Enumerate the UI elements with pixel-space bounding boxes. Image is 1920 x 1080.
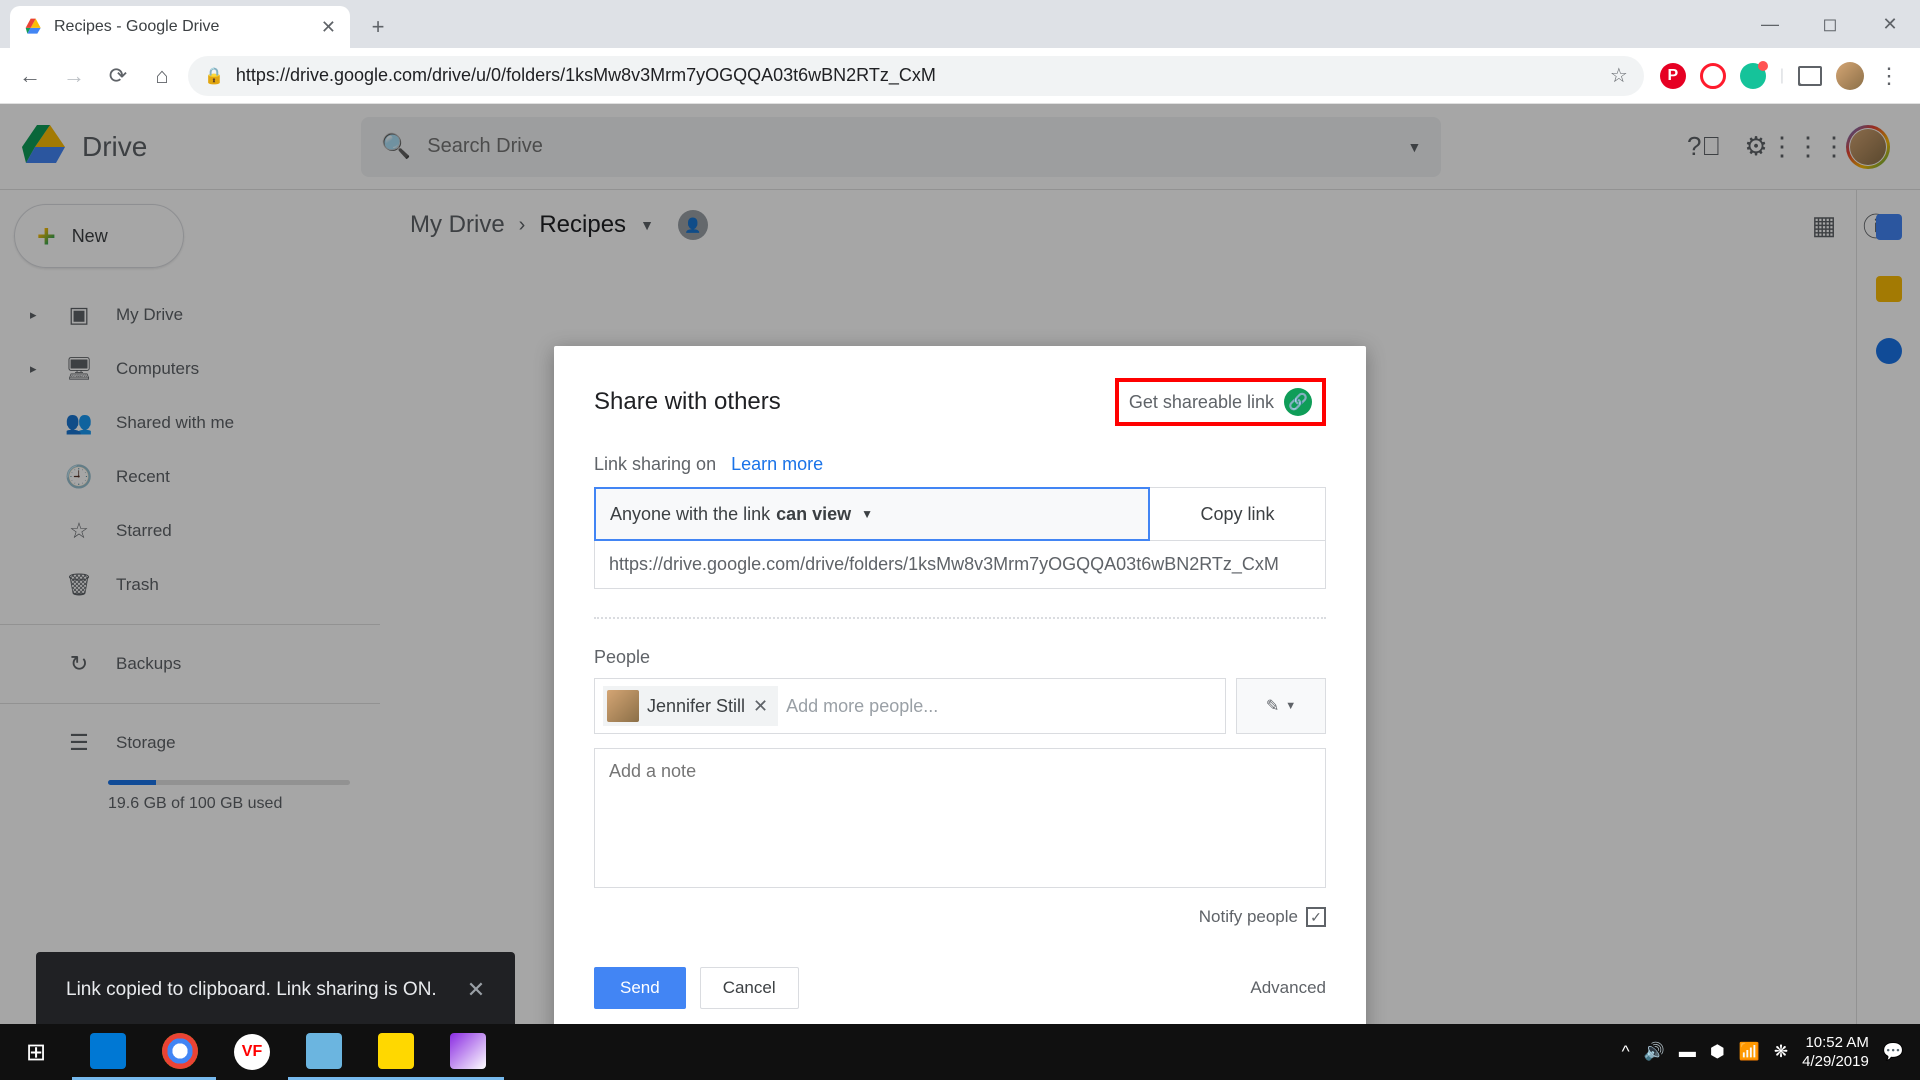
drive-favicon-icon — [24, 17, 44, 37]
taskbar-edge[interactable] — [72, 1024, 144, 1080]
windows-taskbar: ⊞ VF ^ 🔊 ▬ ⬢ 📶 ❋ 10:52 AM 4/29/2019 💬 — [0, 1024, 1920, 1080]
copy-link-button[interactable]: Copy link — [1150, 487, 1326, 541]
toast-message: Link copied to clipboard. Link sharing i… — [66, 979, 437, 1001]
share-dialog: Share with others Get shareable link 🔗 L… — [554, 346, 1366, 1037]
omnibox[interactable]: 🔒 https://drive.google.com/drive/u/0/fol… — [188, 56, 1644, 96]
wifi-icon[interactable]: 📶 — [1739, 1042, 1760, 1062]
start-button[interactable]: ⊞ — [0, 1024, 72, 1080]
browser-tab-bar: Recipes - Google Drive ✕ + — ◻ ✕ — [0, 0, 1920, 48]
cancel-button[interactable]: Cancel — [700, 967, 799, 1009]
browser-tab[interactable]: Recipes - Google Drive ✕ — [10, 6, 350, 48]
cast-icon[interactable] — [1798, 66, 1822, 86]
window-controls: — ◻ ✕ — [1740, 0, 1920, 48]
send-button[interactable]: Send — [594, 967, 686, 1009]
minimize-button[interactable]: — — [1740, 0, 1800, 48]
tab-title: Recipes - Google Drive — [54, 18, 311, 36]
note-textarea[interactable] — [594, 748, 1326, 888]
link-permission-dropdown[interactable]: Anyone with the link can view ▼ — [594, 487, 1150, 541]
notify-checkbox[interactable]: ✓ — [1306, 907, 1326, 927]
reload-button[interactable]: ⟳ — [100, 58, 136, 94]
chip-remove-icon[interactable]: ✕ — [753, 696, 768, 717]
profile-avatar[interactable] — [1836, 62, 1864, 90]
people-input[interactable]: Jennifer Still ✕ Add more people... — [594, 678, 1226, 734]
taskbar-app-paint[interactable] — [432, 1024, 504, 1080]
notify-label: Notify people — [1199, 907, 1298, 927]
link-icon: 🔗 — [1284, 388, 1312, 416]
close-window-button[interactable]: ✕ — [1860, 0, 1920, 48]
taskbar-app-sticky[interactable] — [360, 1024, 432, 1080]
opera-icon[interactable] — [1700, 63, 1726, 89]
home-button[interactable]: ⌂ — [144, 58, 180, 94]
chevron-down-icon: ▼ — [861, 507, 873, 521]
people-label: People — [594, 647, 1326, 668]
extension-icons: P | ⋮ — [1652, 62, 1908, 90]
browser-menu-icon[interactable]: ⋮ — [1878, 63, 1900, 89]
link-sharing-status: Link sharing on Learn more — [594, 454, 1326, 475]
bookmark-star-icon[interactable]: ☆ — [1610, 63, 1628, 88]
tab-close-icon[interactable]: ✕ — [321, 17, 336, 38]
battery-icon[interactable]: ▬ — [1679, 1042, 1696, 1062]
forward-button[interactable]: → — [56, 58, 92, 94]
learn-more-link[interactable]: Learn more — [731, 454, 823, 474]
tray-expand-icon[interactable]: ^ — [1622, 1042, 1630, 1062]
taskbar-chrome[interactable] — [144, 1024, 216, 1080]
volume-icon[interactable]: 🔊 — [1644, 1042, 1665, 1062]
toast-close-icon[interactable]: ✕ — [467, 977, 485, 1003]
permission-button[interactable]: ✎ ▼ — [1236, 678, 1326, 734]
tray-misc-icon[interactable]: ❋ — [1774, 1042, 1788, 1062]
pinterest-icon[interactable]: P — [1660, 63, 1686, 89]
new-tab-button[interactable]: + — [360, 9, 396, 45]
dropbox-icon[interactable]: ⬢ — [1710, 1042, 1725, 1062]
dialog-title: Share with others — [594, 388, 781, 416]
system-tray: ^ 🔊 ▬ ⬢ 📶 ❋ 10:52 AM 4/29/2019 💬 — [1622, 1033, 1920, 1072]
taskbar-app-vf[interactable]: VF — [216, 1024, 288, 1080]
url-text: https://drive.google.com/drive/u/0/folde… — [236, 65, 1598, 86]
person-chip[interactable]: Jennifer Still ✕ — [603, 686, 778, 726]
clock[interactable]: 10:52 AM 4/29/2019 — [1802, 1033, 1869, 1072]
action-center-icon[interactable]: 💬 — [1883, 1042, 1904, 1062]
taskbar-app-notes[interactable] — [288, 1024, 360, 1080]
lock-icon: 🔒 — [204, 66, 224, 86]
chevron-down-icon: ▼ — [1285, 700, 1296, 712]
grammarly-icon[interactable] — [1740, 63, 1766, 89]
app-body: Drive 🔍 ▼ ?⃝ ⚙ ⋮⋮⋮ + New ▸▣My Drive — [0, 104, 1920, 1080]
maximize-button[interactable]: ◻ — [1800, 0, 1860, 48]
get-shareable-link-button[interactable]: Get shareable link 🔗 — [1115, 378, 1326, 426]
pencil-icon: ✎ — [1266, 696, 1279, 716]
people-placeholder: Add more people... — [786, 696, 938, 717]
back-button[interactable]: ← — [12, 58, 48, 94]
toast-notification: Link copied to clipboard. Link sharing i… — [36, 952, 515, 1028]
advanced-link[interactable]: Advanced — [1250, 978, 1326, 998]
address-bar: ← → ⟳ ⌂ 🔒 https://drive.google.com/drive… — [0, 48, 1920, 104]
chip-avatar — [607, 690, 639, 722]
share-link-display[interactable]: https://drive.google.com/drive/folders/1… — [594, 541, 1326, 589]
